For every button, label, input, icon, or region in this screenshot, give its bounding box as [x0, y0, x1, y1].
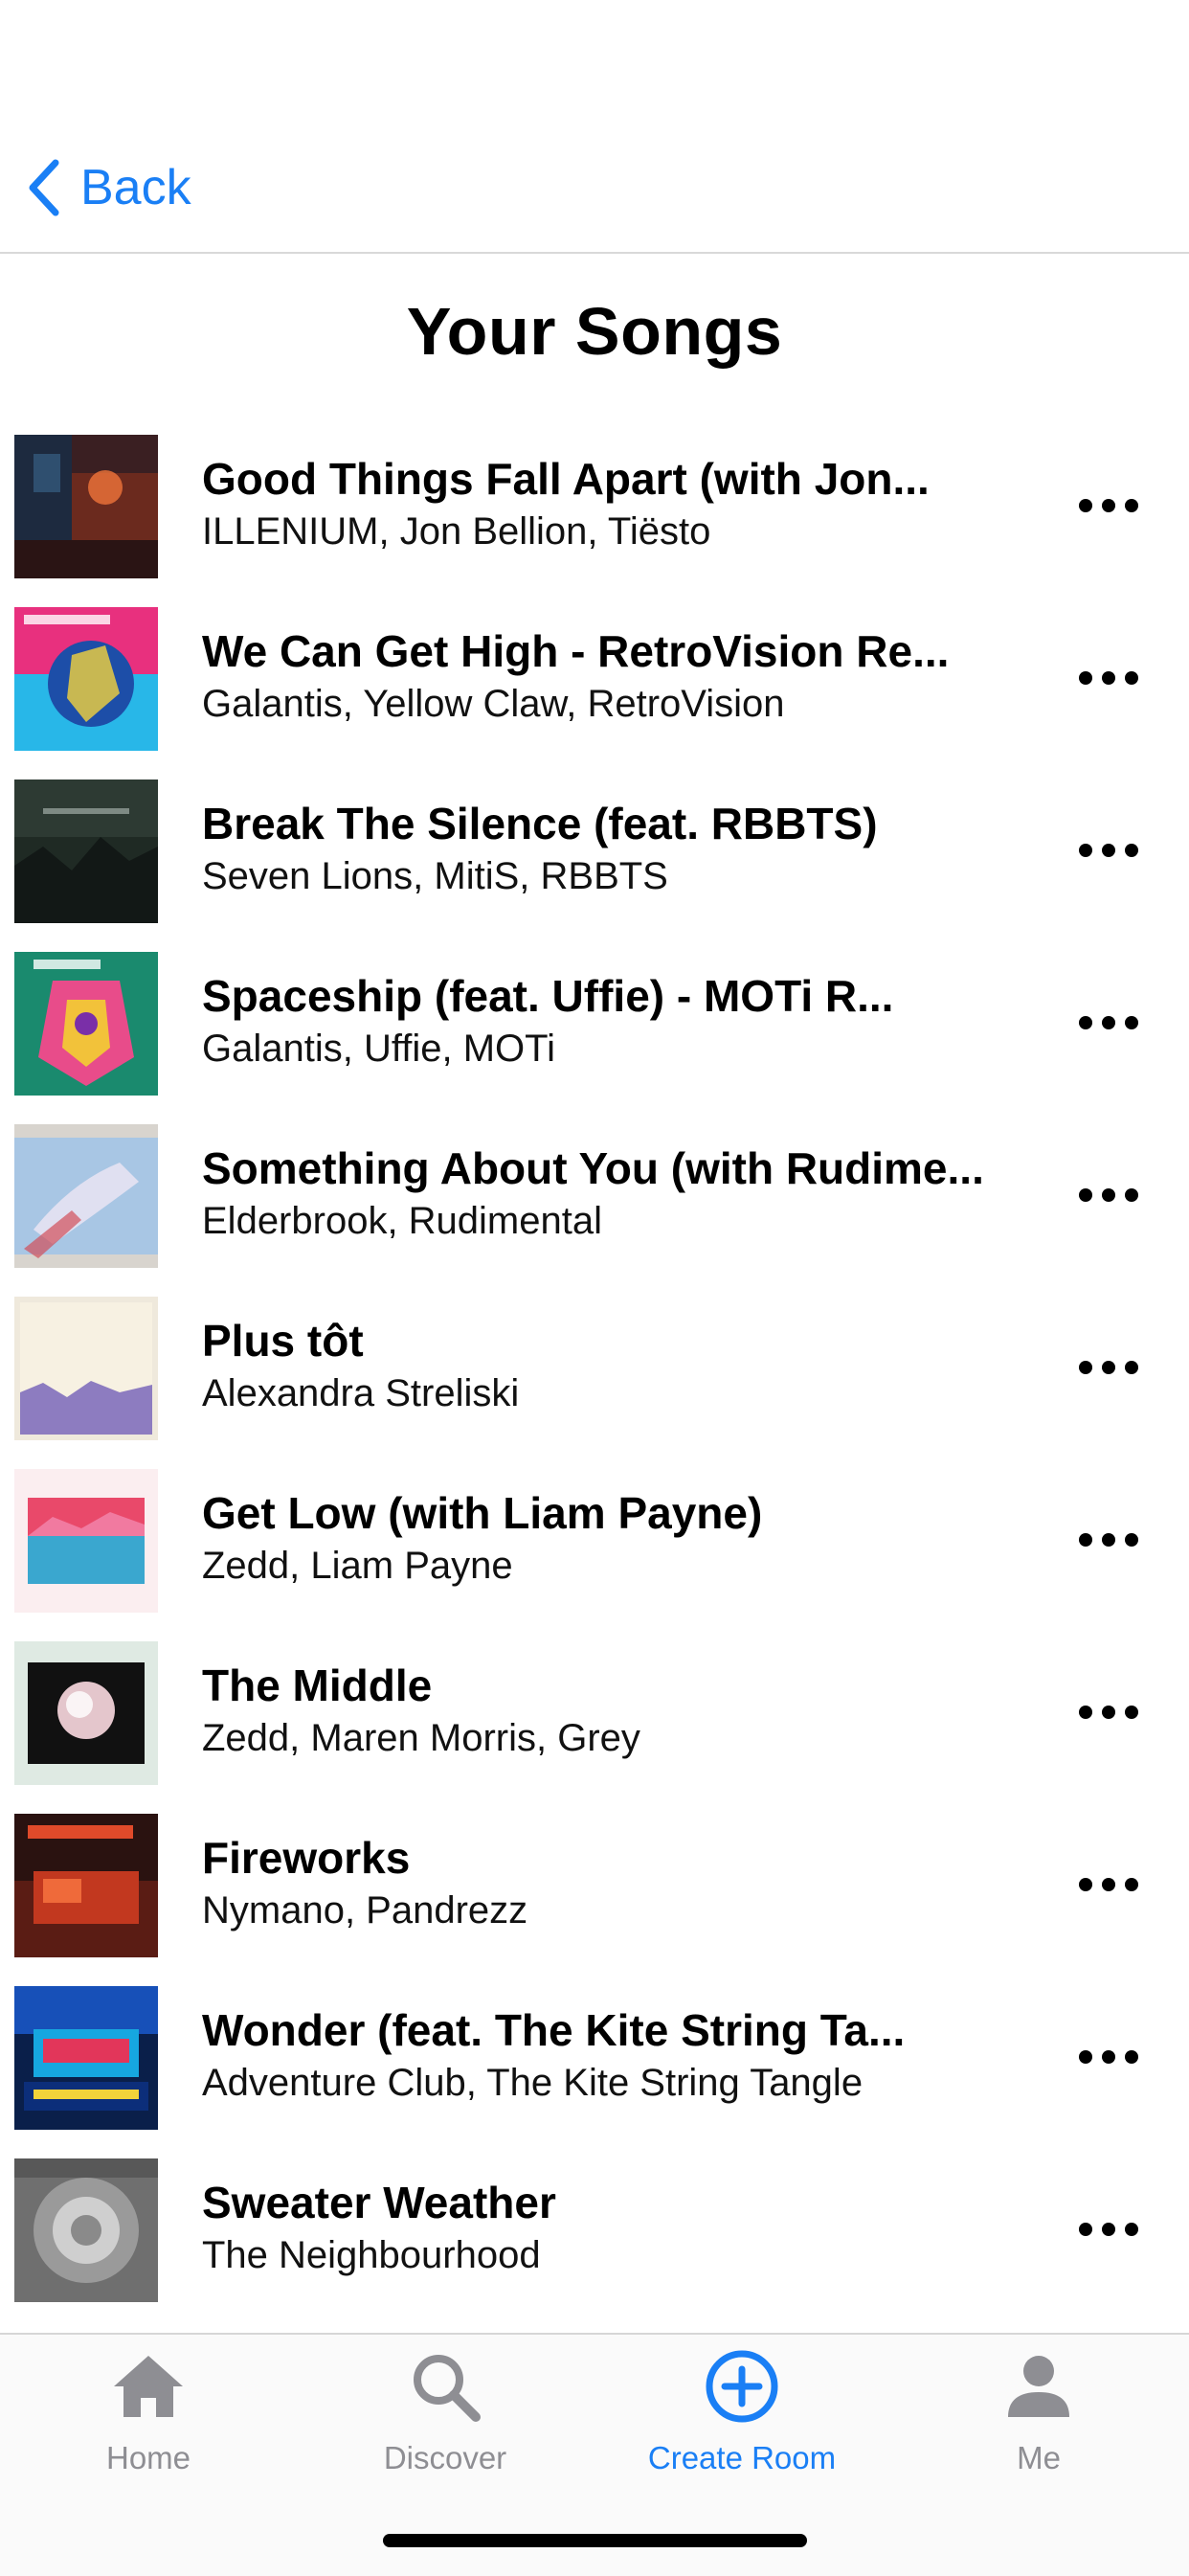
tab-create-room[interactable]: Create Room: [594, 2335, 890, 2497]
tab-label: Create Room: [647, 2440, 837, 2475]
more-options-icon[interactable]: [1070, 2210, 1147, 2248]
tab-label: Discover: [383, 2440, 507, 2475]
song-artists: The Neighbourhood: [202, 2234, 541, 2276]
song-artists: Elderbrook, Rudimental: [202, 1200, 602, 1242]
album-art: [14, 1986, 158, 2130]
song-artists: Galantis, Uffie, MOTi: [202, 1028, 555, 1070]
home-indicator: [383, 2534, 807, 2547]
album-art: [14, 1469, 158, 1613]
chevron-left-icon: [29, 159, 59, 216]
song-title: Get Low (with Liam Payne): [202, 1488, 763, 1538]
song-row[interactable]: Fireworks Nymano, Pandrezz: [0, 1813, 1189, 1985]
song-artists: Nymano, Pandrezz: [202, 1889, 528, 1932]
page-title: Your Songs: [406, 294, 783, 369]
song-title: Plus tôt: [202, 1316, 364, 1366]
song-row[interactable]: Break The Silence (feat. RBBTS) Seven Li…: [0, 779, 1189, 951]
song-row[interactable]: Good Things Fall Apart (with Jon... ILLE…: [0, 434, 1189, 606]
tab-home[interactable]: Home: [0, 2335, 297, 2497]
song-row[interactable]: The Middle Zedd, Maren Morris, Grey: [0, 1640, 1189, 1813]
song-title: We Can Get High - RetroVision Re...: [202, 626, 950, 676]
album-art: [14, 780, 158, 923]
album-art: [14, 1297, 158, 1440]
song-row[interactable]: Plus tôt Alexandra Streliski: [0, 1296, 1189, 1468]
song-artists: ILLENIUM, Jon Bellion, Tiësto: [202, 510, 711, 553]
song-title: Something About You (with Rudime...: [202, 1143, 984, 1193]
more-options-icon[interactable]: [1070, 2038, 1147, 2076]
song-artists: Galantis, Yellow Claw, RetroVision: [202, 683, 785, 725]
song-artists: Zedd, Liam Payne: [202, 1545, 513, 1587]
more-options-icon[interactable]: [1070, 659, 1147, 697]
song-artists: Alexandra Streliski: [202, 1372, 520, 1414]
song-row[interactable]: Sweater Weather The Neighbourhood: [0, 2158, 1189, 2330]
song-row[interactable]: Something About You (with Rudime... Elde…: [0, 1123, 1189, 1296]
person-icon: [1008, 2356, 1069, 2417]
album-art: [14, 607, 158, 751]
album-art: [14, 2158, 158, 2302]
song-row[interactable]: Get Low (with Liam Payne) Zedd, Liam Pay…: [0, 1468, 1189, 1640]
tab-me[interactable]: Me: [890, 2335, 1187, 2497]
song-artists: Adventure Club, The Kite String Tangle: [202, 2062, 864, 2104]
album-art: [14, 1814, 158, 1957]
more-options-icon[interactable]: [1070, 1348, 1147, 1387]
home-icon: [114, 2356, 183, 2417]
more-options-icon[interactable]: [1070, 1004, 1147, 1042]
song-row[interactable]: Spaceship (feat. Uffie) - MOTi R... Gala…: [0, 951, 1189, 1123]
song-row[interactable]: We Can Get High - RetroVision Re... Gala…: [0, 606, 1189, 779]
navigation-bar: Back: [0, 0, 1189, 254]
search-icon: [414, 2355, 481, 2422]
album-art: [14, 952, 158, 1096]
back-button[interactable]: Back: [25, 151, 191, 224]
more-options-icon[interactable]: [1070, 831, 1147, 870]
song-row[interactable]: Wonder (feat. The Kite String Ta... Adve…: [0, 1985, 1189, 2158]
back-label: Back: [80, 160, 191, 215]
song-title: Good Things Fall Apart (with Jon...: [202, 454, 930, 504]
song-title: Wonder (feat. The Kite String Ta...: [202, 2005, 906, 2055]
album-art: [14, 1641, 158, 1785]
more-options-icon[interactable]: [1070, 1865, 1147, 1904]
more-options-icon[interactable]: [1070, 486, 1147, 525]
song-artists: Zedd, Maren Morris, Grey: [202, 1717, 640, 1759]
song-title: Fireworks: [202, 1833, 411, 1883]
more-options-icon[interactable]: [1070, 1693, 1147, 1731]
song-title: Break The Silence (feat. RBBTS): [202, 799, 878, 848]
song-artists: Seven Lions, MitiS, RBBTS: [202, 855, 668, 897]
more-options-icon[interactable]: [1070, 1521, 1147, 1559]
tab-label: Me: [1017, 2440, 1061, 2475]
album-art: [14, 435, 158, 578]
song-title: The Middle: [202, 1661, 433, 1710]
more-options-icon[interactable]: [1070, 1176, 1147, 1214]
song-title: Sweater Weather: [202, 2178, 556, 2227]
song-list: Good Things Fall Apart (with Jon... ILLE…: [0, 434, 1189, 2330]
tab-discover[interactable]: Discover: [297, 2335, 594, 2497]
tab-label: Home: [105, 2440, 191, 2475]
plus-circle-icon: [706, 2350, 778, 2423]
song-title: Spaceship (feat. Uffie) - MOTi R...: [202, 971, 894, 1021]
album-art: [14, 1124, 158, 1268]
